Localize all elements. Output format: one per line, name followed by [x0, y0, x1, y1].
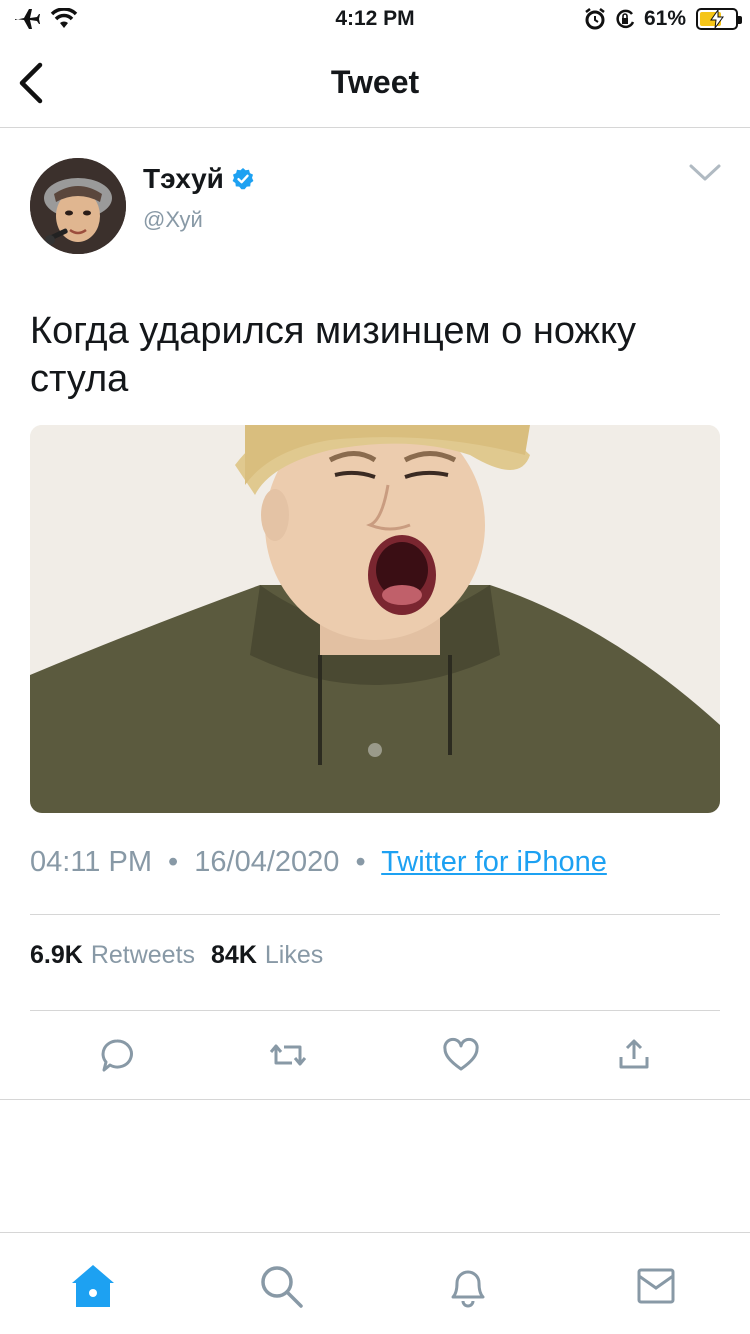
- author-handle[interactable]: @Хуй: [143, 207, 203, 233]
- meta-separator: •: [355, 846, 366, 878]
- likes-count: 84K: [211, 941, 257, 969]
- messages-icon: [637, 1268, 675, 1304]
- likes-stat[interactable]: 84K Likes: [211, 941, 323, 970]
- divider: [30, 1010, 720, 1011]
- share-button[interactable]: [609, 1030, 659, 1080]
- tab-bar: [0, 1232, 750, 1334]
- battery-charging-icon: [696, 8, 742, 30]
- tweet-media-image: [30, 425, 720, 813]
- tab-search[interactable]: [254, 1259, 308, 1313]
- alarm-icon: [585, 8, 605, 30]
- reply-button[interactable]: [92, 1030, 142, 1080]
- navigation-bar: Tweet: [0, 40, 750, 128]
- tab-messages[interactable]: [629, 1259, 683, 1313]
- divider: [30, 914, 720, 915]
- home-icon: [72, 1265, 114, 1307]
- verified-badge-icon: [232, 168, 254, 190]
- status-right: 61%: [584, 7, 742, 31]
- author-row: Тэхуй: [143, 163, 255, 195]
- tweet-actions: [30, 1030, 720, 1080]
- like-button[interactable]: [436, 1030, 486, 1080]
- author-name[interactable]: Тэхуй: [143, 163, 224, 195]
- tweet-meta: 04:11 PM • 16/04/2020 • Twitter for iPho…: [30, 846, 607, 879]
- tweet-stats: 6.9K Retweets 84K Likes: [30, 941, 323, 970]
- retweets-stat[interactable]: 6.9K Retweets: [30, 941, 195, 970]
- retweet-icon: [269, 1044, 307, 1066]
- divider: [0, 1099, 750, 1100]
- tweet-text: Когда ударился мизинцем о ножку стула: [30, 310, 636, 400]
- like-icon: [443, 1037, 479, 1071]
- tweet-source-link[interactable]: Twitter for iPhone: [381, 846, 607, 878]
- share-icon: [619, 1039, 649, 1069]
- retweet-button[interactable]: [263, 1030, 313, 1080]
- charging-bolt-icon: [710, 10, 724, 28]
- battery-percent: 61%: [643, 7, 686, 30]
- avatar[interactable]: [30, 158, 126, 254]
- notifications-icon: [451, 1270, 485, 1308]
- tweet-media[interactable]: [30, 425, 720, 813]
- tweet-time: 04:11 PM: [30, 846, 152, 878]
- chevron-down-icon[interactable]: [688, 162, 722, 184]
- tab-notifications[interactable]: [441, 1259, 495, 1313]
- retweets-label: Retweets: [90, 941, 196, 969]
- avatar-image: [30, 158, 126, 254]
- likes-label: Likes: [264, 941, 324, 969]
- reply-icon: [101, 1039, 133, 1072]
- meta-separator: •: [168, 846, 179, 878]
- tab-home[interactable]: [66, 1259, 120, 1313]
- search-icon: [261, 1266, 303, 1308]
- orientation-lock-icon: [616, 9, 635, 29]
- status-bar: 4:12 PM 61%: [0, 0, 750, 40]
- page-title: Tweet: [330, 64, 420, 100]
- retweets-count: 6.9K: [30, 941, 83, 969]
- battery-cap: [738, 16, 742, 24]
- tweet-date: 16/04/2020: [194, 846, 340, 878]
